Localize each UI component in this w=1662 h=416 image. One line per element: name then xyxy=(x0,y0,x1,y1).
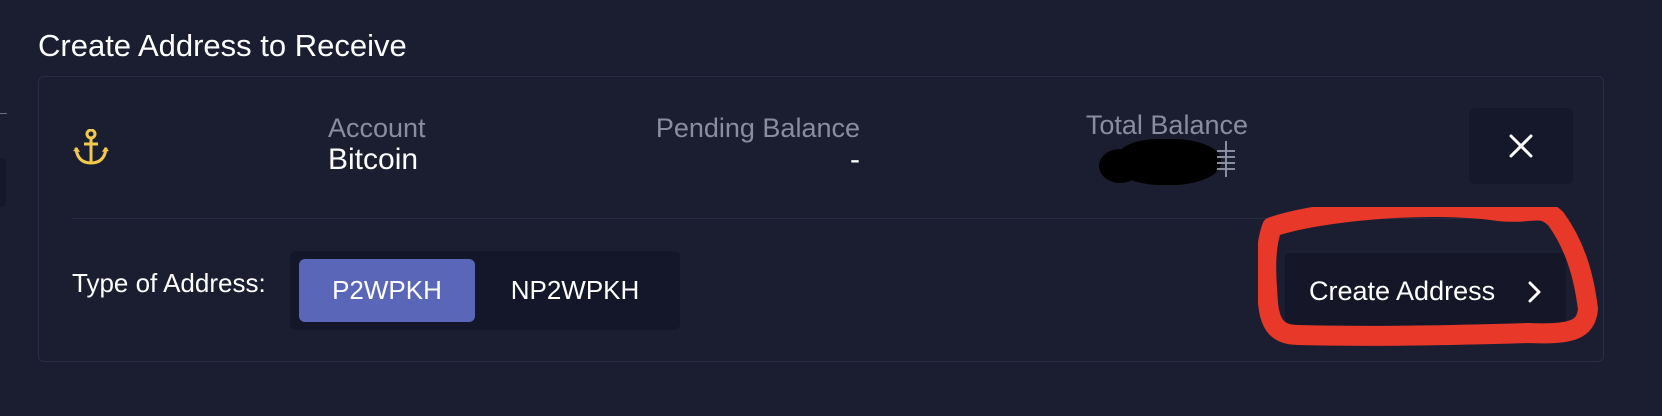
address-type-selector: P2WPKH NP2WPKH xyxy=(290,251,680,330)
bitcoin-unit-icon xyxy=(1217,141,1235,177)
card-divider xyxy=(72,218,1570,219)
address-type-label: Type of Address: xyxy=(72,268,266,298)
pending-balance-value: - xyxy=(850,143,860,176)
address-type-np2wpkh[interactable]: NP2WPKH xyxy=(480,259,670,322)
side-panel-tab[interactable] xyxy=(0,158,6,207)
account-label: Account xyxy=(328,113,426,143)
anchor-icon xyxy=(73,129,109,165)
page-title: Create Address to Receive xyxy=(38,28,407,63)
close-button[interactable] xyxy=(1469,108,1573,184)
total-balance-label: Total Balance xyxy=(1085,110,1248,140)
address-type-p2wpkh[interactable]: P2WPKH xyxy=(299,259,475,322)
close-icon xyxy=(1509,134,1533,158)
account-card: Account Bitcoin Pending Balance - Total … xyxy=(38,76,1604,362)
pending-balance-label: Pending Balance xyxy=(655,113,860,143)
chevron-right-icon xyxy=(1528,281,1541,303)
create-address-label: Create Address xyxy=(1309,275,1496,306)
side-divider-tick xyxy=(0,113,7,114)
account-value: Bitcoin xyxy=(328,143,419,176)
create-address-button[interactable]: Create Address xyxy=(1285,253,1566,329)
